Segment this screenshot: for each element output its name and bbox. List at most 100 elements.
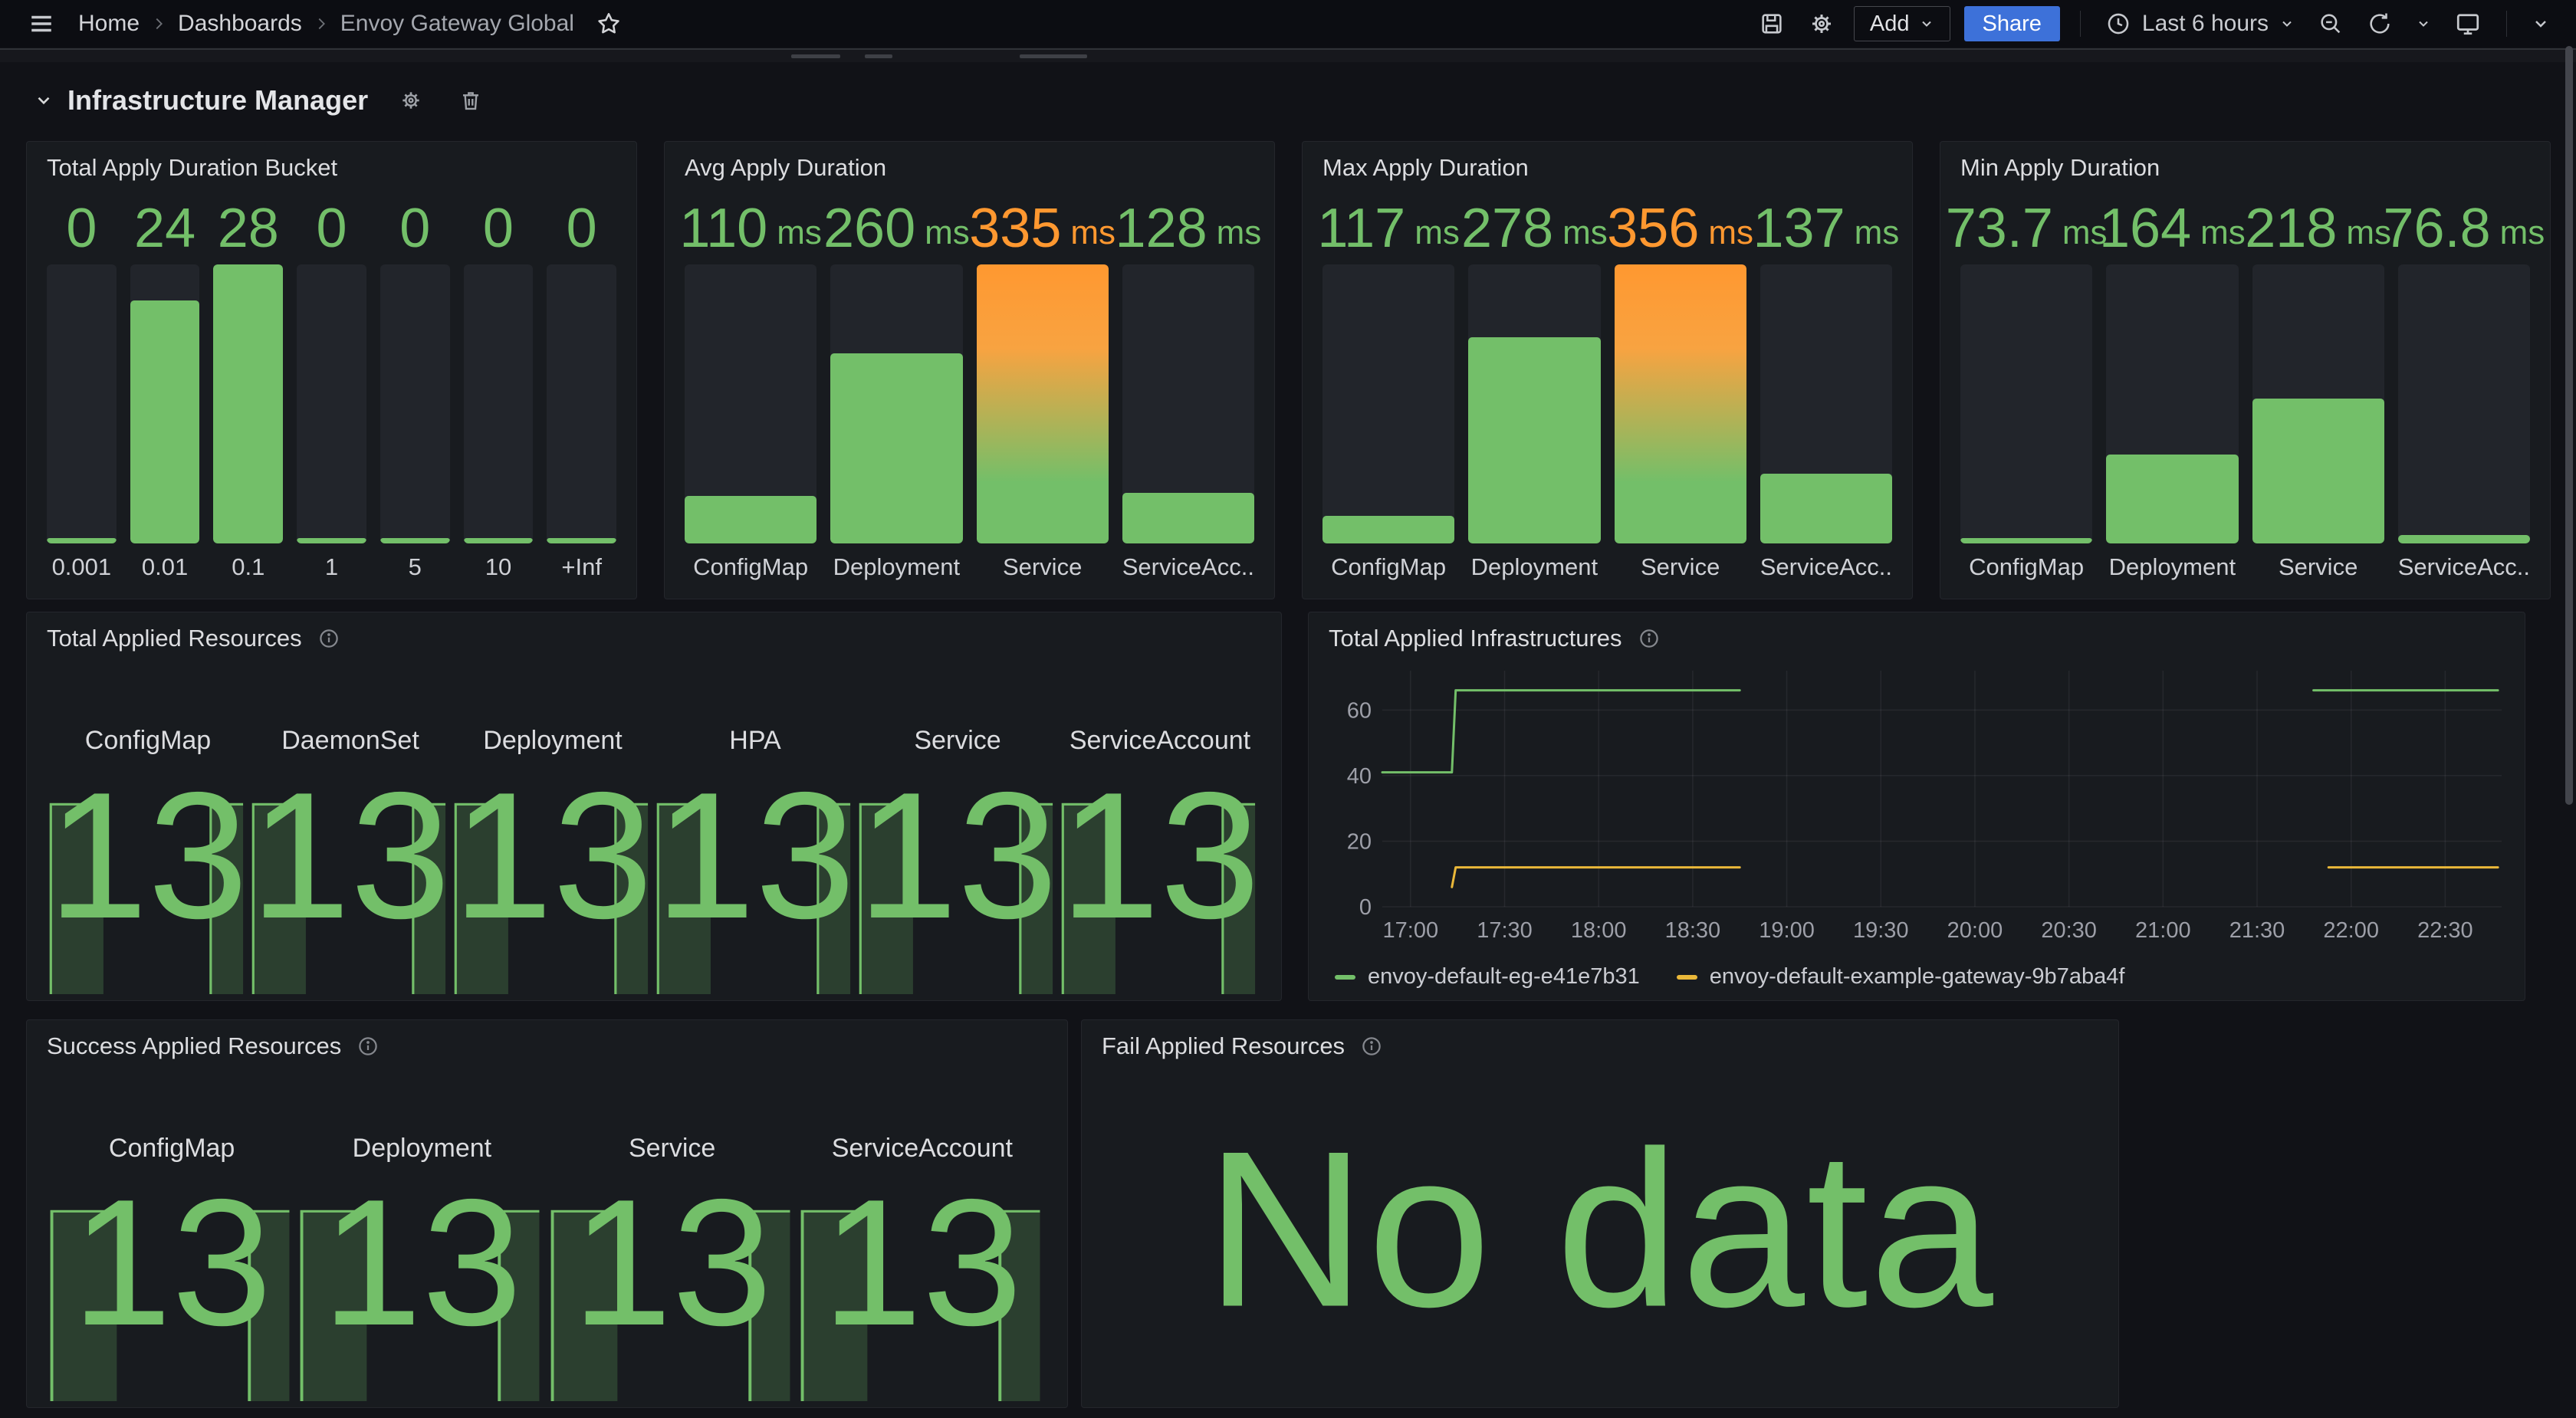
bar-value-unit: ms <box>1855 205 1900 261</box>
bar-value: 76.8ms <box>2398 189 2530 261</box>
row-delete-trash-icon[interactable] <box>458 88 483 113</box>
zoom-out-icon <box>2318 11 2344 37</box>
zoom-out-time-button[interactable] <box>2313 6 2348 41</box>
stat-cell-label: DaemonSet <box>249 726 452 756</box>
svg-text:20:00: 20:00 <box>1947 918 2003 943</box>
scrollbar-thumb[interactable] <box>2565 46 2573 805</box>
kiosk-mode-button[interactable] <box>2450 5 2486 42</box>
stat-cell-label: Deployment <box>452 726 654 756</box>
bar-fill <box>1122 493 1254 543</box>
breadcrumb-home[interactable]: Home <box>78 11 140 37</box>
stat-cell-label: ServiceAccount <box>797 1134 1047 1164</box>
panel-title[interactable]: Min Apply Duration <box>1960 154 2160 182</box>
stat-cell-ServiceAccount: ServiceAccount 13 <box>797 1100 1047 1401</box>
bar-value-number: 164 <box>2099 195 2191 261</box>
bar-category-label: 0.1 <box>213 543 283 588</box>
stat-cell-value: 13 <box>797 1189 1047 1337</box>
clipped-content-dash <box>791 54 840 58</box>
bar-value-number: 28 <box>218 195 279 261</box>
legend-item[interactable]: envoy-default-eg-e41e7b31 <box>1335 964 1640 990</box>
section-title: Infrastructure Manager <box>67 84 368 117</box>
panel-title[interactable]: Total Applied Resources <box>47 625 302 652</box>
row-settings-gear-icon[interactable] <box>399 88 423 113</box>
favorite-button[interactable] <box>591 6 626 41</box>
stat-cells: ConfigMap13Deployment13Service13ServiceA… <box>47 1100 1047 1401</box>
panel-title[interactable]: Avg Apply Duration <box>685 154 886 182</box>
chevron-right-icon <box>313 15 330 32</box>
svg-text:22:00: 22:00 <box>2323 918 2379 943</box>
svg-text:40: 40 <box>1347 764 1372 789</box>
bar-category-label: ServiceAcc... <box>2398 543 2530 588</box>
bar-gauge: 117msConfigMap278msDeployment356msServic… <box>1322 189 1892 588</box>
monitor-icon <box>2454 10 2482 38</box>
dashboard-settings-button[interactable] <box>1803 5 1840 42</box>
chevron-down-icon <box>2532 15 2550 33</box>
breadcrumb-current-dashboard[interactable]: Envoy Gateway Global <box>340 11 574 37</box>
bar-fill <box>130 300 200 543</box>
bar-column-5: 05 <box>380 189 450 588</box>
bar-value: 218ms <box>2252 189 2384 261</box>
panel-title[interactable]: Success Applied Resources <box>47 1032 341 1060</box>
bar-track <box>830 264 962 543</box>
bar-column-ConfigMap: 117msConfigMap <box>1322 189 1454 588</box>
series-line <box>1382 691 1740 773</box>
bar-value: 0 <box>297 189 366 261</box>
stat-cell-label: Service <box>547 1134 797 1164</box>
bar-fill <box>2398 535 2530 543</box>
bar-track <box>297 264 366 543</box>
info-icon[interactable] <box>1360 1035 1383 1058</box>
svg-text:17:30: 17:30 <box>1477 918 1533 943</box>
bar-value-unit: ms <box>925 205 970 261</box>
breadcrumb-dashboards[interactable]: Dashboards <box>178 11 302 37</box>
collapse-topnav-button[interactable] <box>2527 10 2555 38</box>
bar-track <box>464 264 534 543</box>
bar-fill <box>2106 455 2238 543</box>
bar-value: 110ms <box>685 189 816 261</box>
info-icon[interactable] <box>1638 627 1661 650</box>
bar-category-label: Deployment <box>2106 543 2238 588</box>
chevron-down-icon <box>34 90 54 110</box>
panel-title[interactable]: Fail Applied Resources <box>1102 1032 1345 1060</box>
menu-button[interactable] <box>21 6 61 41</box>
info-icon[interactable] <box>356 1035 380 1058</box>
bar-category-label: 5 <box>380 543 450 588</box>
bar-category-label: Service <box>1615 543 1746 588</box>
bar-value-number: 0 <box>316 195 347 261</box>
nav-divider <box>2080 11 2081 37</box>
chevron-down-icon <box>2416 16 2431 31</box>
clock-icon <box>2105 11 2131 37</box>
time-range-picker[interactable]: Last 6 hours <box>2101 10 2299 38</box>
bar-value-number: 0 <box>399 195 430 261</box>
info-icon[interactable] <box>317 627 340 650</box>
chevron-right-icon <box>150 15 167 32</box>
bar-column-ConfigMap: 73.7msConfigMap <box>1960 189 2092 588</box>
bar-column-Deployment: 278msDeployment <box>1468 189 1600 588</box>
share-button[interactable]: Share <box>1964 6 2060 41</box>
bar-value-number: 0 <box>66 195 97 261</box>
refresh-interval-dropdown[interactable] <box>2411 11 2436 36</box>
add-button[interactable]: Add <box>1854 6 1950 41</box>
bar-value-number: 218 <box>2245 195 2337 261</box>
stat-cell-label: ConfigMap <box>47 726 249 756</box>
bar-track <box>47 264 117 543</box>
bar-fill <box>1468 337 1600 543</box>
stat-cell-value: 13 <box>547 1189 797 1337</box>
bar-track <box>130 264 200 543</box>
refresh-button[interactable] <box>2362 6 2397 41</box>
row-header-infrastructure-manager[interactable]: Infrastructure Manager <box>34 84 483 117</box>
panel-title[interactable]: Total Apply Duration Bucket <box>47 154 337 182</box>
stat-cell-ConfigMap: ConfigMap13 <box>47 692 249 994</box>
bar-track <box>2106 264 2238 543</box>
bar-track <box>1760 264 1892 543</box>
bar-fill <box>547 538 616 543</box>
panel-title[interactable]: Total Applied Infrastructures <box>1329 625 1622 652</box>
save-dashboard-button[interactable] <box>1754 6 1789 41</box>
bar-value-number: 278 <box>1461 195 1553 261</box>
bar-category-label: Service <box>977 543 1109 588</box>
legend-item[interactable]: envoy-default-example-gateway-9b7aba4f <box>1677 964 2125 990</box>
svg-text:0: 0 <box>1359 895 1372 920</box>
bar-category-label: ConfigMap <box>685 543 816 588</box>
panel-title[interactable]: Max Apply Duration <box>1322 154 1529 182</box>
clipped-content-dash <box>865 54 892 58</box>
bar-fill <box>464 538 534 543</box>
